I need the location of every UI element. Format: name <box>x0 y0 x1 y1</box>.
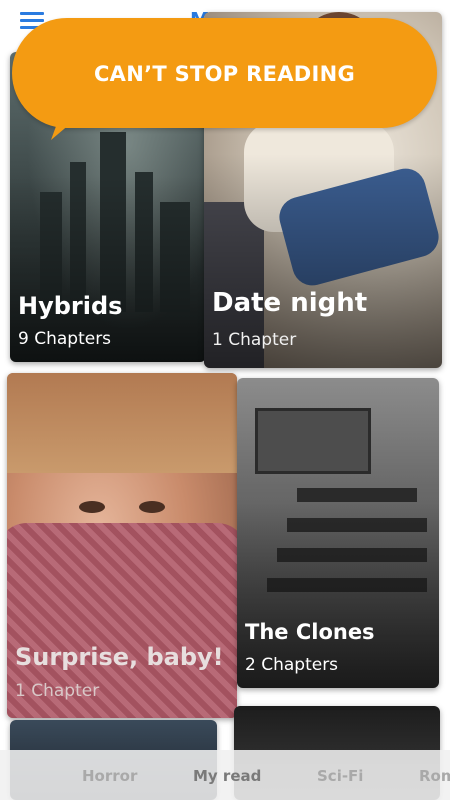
story-chapter-count: 1 Chapter <box>15 681 100 701</box>
story-title: Hybrids <box>18 292 123 320</box>
tab-sci-fi[interactable]: Sci-Fi <box>317 767 363 785</box>
story-chapter-count: 9 Chapters <box>18 329 112 349</box>
bottom-category-nav: Horror My read Sci-Fi Rom <box>0 750 450 800</box>
tab-horror[interactable]: Horror <box>82 767 137 785</box>
story-card-surprise-baby[interactable]: Surprise, baby! 1 Chapter <box>7 373 237 718</box>
promo-banner-text: CAN’T STOP READING <box>93 62 356 86</box>
tab-romance[interactable]: Rom <box>419 767 450 785</box>
story-title: Date night <box>212 288 368 318</box>
story-chapter-count: 1 Chapter <box>212 330 297 350</box>
story-chapter-count: 2 Chapters <box>245 655 339 675</box>
tab-my-read[interactable]: My read <box>193 767 261 785</box>
story-title: Surprise, baby! <box>15 643 224 671</box>
story-card-the-clones[interactable]: The Clones 2 Chapters <box>237 378 439 688</box>
story-title: The Clones <box>245 620 375 644</box>
